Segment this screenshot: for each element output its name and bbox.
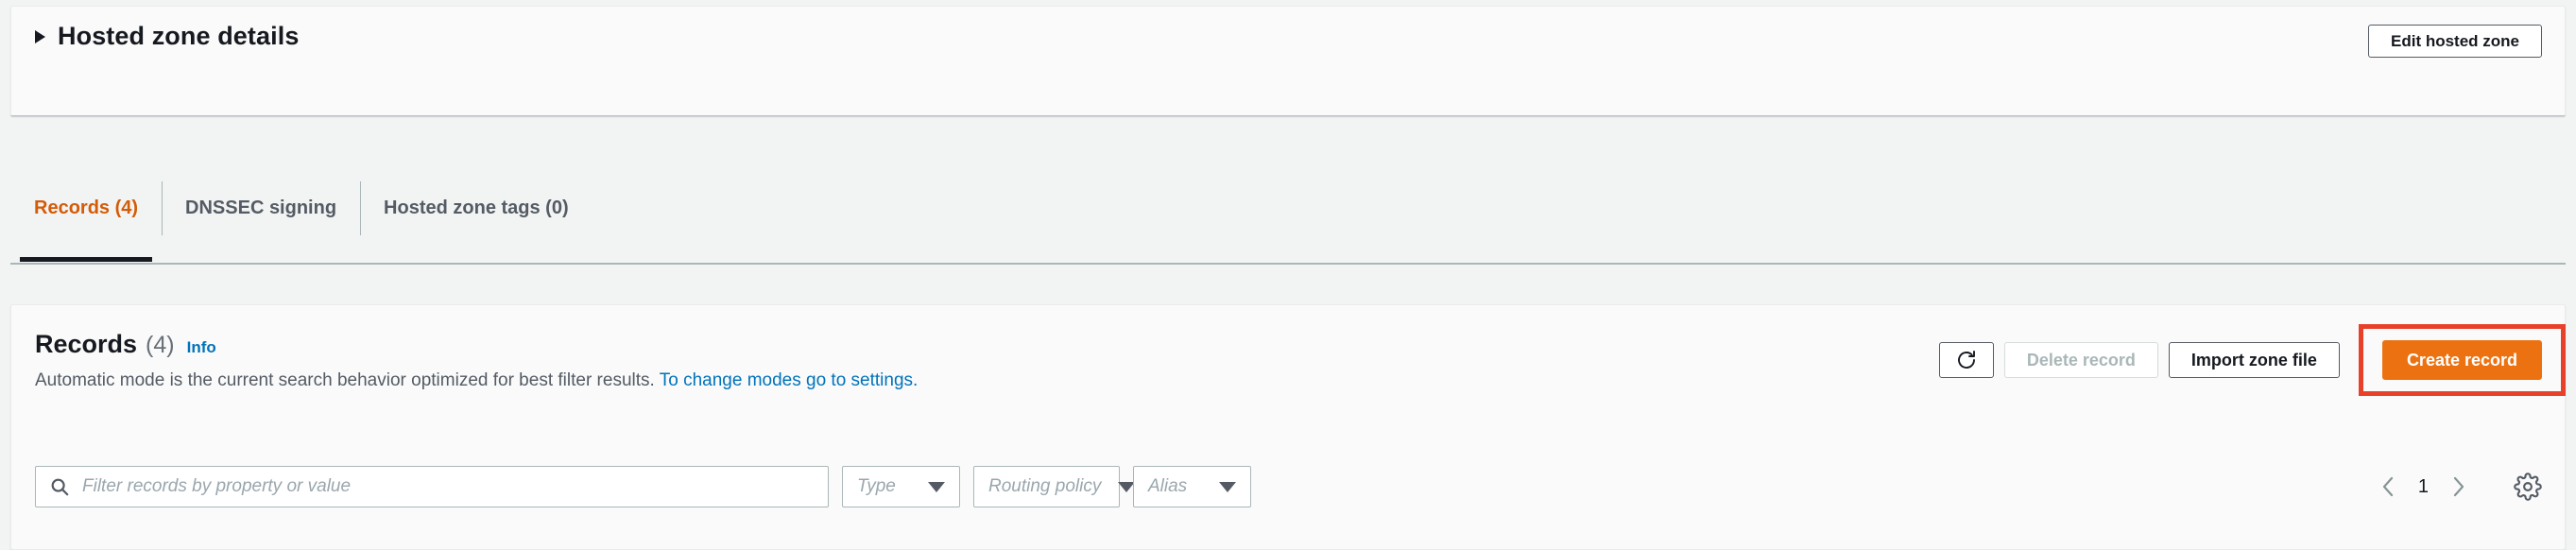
search-icon (49, 476, 70, 497)
records-info-link[interactable]: Info (187, 338, 216, 357)
records-actions: Delete record Import zone file Create re… (1938, 324, 2566, 396)
page-title: Hosted zone details (58, 21, 300, 50)
type-filter-dropdown[interactable]: Type (842, 466, 960, 507)
pagination-page-1[interactable]: 1 (2418, 476, 2429, 498)
records-card: Records (4) Info Automatic mode is the c… (10, 304, 2566, 550)
hosted-zone-details-panel: Hosted zone details Edit hosted zone (10, 6, 2566, 116)
tab-dnssec-signing-label: DNSSEC signing (185, 198, 337, 218)
tab-active-indicator (20, 257, 153, 262)
tab-hosted-zone-tags-label: Hosted zone tags (0) (384, 198, 569, 218)
routing-policy-filter-label: Routing policy (988, 476, 1102, 496)
chevron-down-icon (928, 481, 945, 492)
records-description-text: Automatic mode is the current search beh… (35, 370, 660, 390)
tab-list: Records (4) DNSSEC signing Hosted zone t… (10, 155, 592, 262)
tab-bar: Records (4) DNSSEC signing Hosted zone t… (10, 155, 2566, 265)
refresh-icon (1955, 349, 1978, 371)
hosted-zone-details-header[interactable]: Hosted zone details (11, 7, 2565, 65)
tab-records[interactable]: Records (4) (10, 155, 162, 262)
records-header: Records (4) Info Automatic mode is the c… (11, 305, 2566, 439)
chevron-left-icon[interactable] (2379, 474, 2397, 499)
chevron-right-icon[interactable] (2449, 474, 2468, 499)
hosted-zone-details-toggle[interactable]: Hosted zone details (35, 22, 2542, 51)
tab-records-label: Records (4) (34, 198, 139, 218)
records-filter-row: Filter records by property or value Type… (35, 466, 2542, 507)
change-modes-settings-link[interactable]: To change modes go to settings. (660, 370, 919, 390)
delete-record-button[interactable]: Delete record (2003, 342, 2158, 378)
gear-icon[interactable] (2514, 473, 2542, 501)
create-record-button[interactable]: Create record (2381, 340, 2542, 380)
tab-dnssec-signing[interactable]: DNSSEC signing (162, 155, 360, 262)
edit-hosted-zone-button[interactable]: Edit hosted zone (2368, 25, 2542, 58)
alias-filter-label: Alias (1148, 476, 1188, 496)
import-zone-file-button[interactable]: Import zone file (2168, 342, 2340, 378)
tab-hosted-zone-tags[interactable]: Hosted zone tags (0) (360, 155, 592, 262)
create-record-highlight: Create record (2358, 324, 2566, 396)
routing-policy-filter-dropdown[interactable]: Routing policy (973, 466, 1136, 507)
records-count: (4) (146, 332, 175, 358)
caret-right-icon (35, 29, 45, 43)
pagination: 1 (2379, 473, 2542, 501)
search-input-placeholder: Filter records by property or value (82, 476, 352, 496)
tab-bar-divider (10, 263, 2566, 265)
refresh-button[interactable] (1938, 342, 1994, 378)
records-title: Records (35, 330, 138, 358)
alias-filter-dropdown[interactable]: Alias (1133, 466, 1251, 507)
search-input[interactable]: Filter records by property or value (35, 466, 829, 507)
chevron-down-icon (1219, 481, 1236, 492)
type-filter-label: Type (857, 476, 896, 496)
